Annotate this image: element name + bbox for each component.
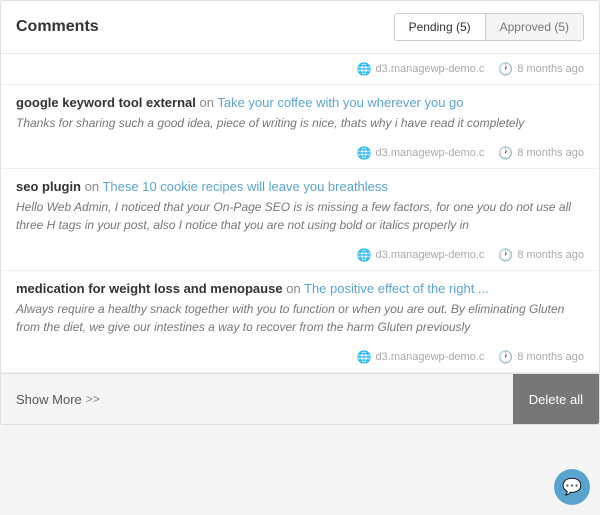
comment-domain: d3.managewp-demo.c <box>376 249 485 261</box>
comment-author: medication for weight loss and menopause <box>16 281 283 296</box>
top-comment-meta: 🌐 d3.managewp-demo.c 🕐 8 months ago <box>1 54 599 85</box>
clock-icon: 🕐 <box>498 248 513 262</box>
tab-pending[interactable]: Pending (5) <box>395 14 486 40</box>
comment-header-line: google keyword tool external on Take you… <box>16 95 584 110</box>
tab-group: Pending (5) Approved (5) <box>394 13 584 41</box>
comment-body: Thanks for sharing such a good idea, pie… <box>16 114 584 132</box>
comment-item: google keyword tool external on Take you… <box>1 85 599 169</box>
show-more-arrows-icon: >> <box>86 392 100 406</box>
comment-meta: 🌐 d3.managewp-demo.c 🕐 8 months ago <box>16 140 584 168</box>
globe-icon: 🌐 <box>357 248 372 262</box>
comment-time: 8 months ago <box>517 351 584 363</box>
top-time: 8 months ago <box>517 63 584 75</box>
comment-header-line: seo plugin on These 10 cookie recipes wi… <box>16 179 584 194</box>
comment-body: Hello Web Admin, I noticed that your On-… <box>16 198 584 234</box>
tab-approved[interactable]: Approved (5) <box>486 14 583 40</box>
comment-header-line: medication for weight loss and menopause… <box>16 281 584 296</box>
comment-item: seo plugin on These 10 cookie recipes wi… <box>1 169 599 271</box>
time-item: 🕐 8 months ago <box>498 350 584 364</box>
comment-meta: 🌐 d3.managewp-demo.c 🕐 8 months ago <box>16 242 584 270</box>
comment-link[interactable]: The positive effect of the right ... <box>304 281 489 296</box>
globe-icon: 🌐 <box>357 146 372 160</box>
globe-icon: 🌐 <box>357 350 372 364</box>
domain-item: 🌐 d3.managewp-demo.c <box>357 146 485 160</box>
widget-header: Comments Pending (5) Approved (5) <box>1 1 599 54</box>
clock-icon: 🕐 <box>498 146 513 160</box>
comment-time: 8 months ago <box>517 249 584 261</box>
comment-link[interactable]: These 10 cookie recipes will leave you b… <box>102 179 387 194</box>
clock-icon: 🕐 <box>498 350 513 364</box>
widget-footer: Show More >> Delete all <box>1 373 599 424</box>
top-domain: d3.managewp-demo.c <box>376 63 485 75</box>
comment-author: seo plugin <box>16 179 81 194</box>
comment-domain: d3.managewp-demo.c <box>376 351 485 363</box>
show-more-button[interactable]: Show More >> <box>1 377 115 422</box>
comment-body: Always require a healthy snack together … <box>16 300 584 336</box>
delete-all-button[interactable]: Delete all <box>513 374 599 424</box>
time-item: 🕐 8 months ago <box>498 146 584 160</box>
comment-link[interactable]: Take your coffee with you wherever you g… <box>217 95 463 110</box>
top-domain-item: 🌐 d3.managewp-demo.c <box>357 62 485 76</box>
top-time-item: 🕐 8 months ago <box>498 62 584 76</box>
comment-item: medication for weight loss and menopause… <box>1 271 599 373</box>
globe-icon: 🌐 <box>357 62 372 76</box>
comment-time: 8 months ago <box>517 147 584 159</box>
widget-title: Comments <box>16 18 99 36</box>
comments-list: google keyword tool external on Take you… <box>1 85 599 373</box>
comment-domain: d3.managewp-demo.c <box>376 147 485 159</box>
comment-on-text: on <box>85 179 103 194</box>
comment-on-text: on <box>200 95 218 110</box>
clock-icon-top: 🕐 <box>498 62 513 76</box>
comment-author: google keyword tool external <box>16 95 196 110</box>
domain-item: 🌐 d3.managewp-demo.c <box>357 350 485 364</box>
comment-on-text: on <box>286 281 304 296</box>
chat-icon[interactable]: 💬 <box>554 469 590 505</box>
show-more-label: Show More <box>16 392 82 407</box>
domain-item: 🌐 d3.managewp-demo.c <box>357 248 485 262</box>
comments-widget: Comments Pending (5) Approved (5) 🌐 d3.m… <box>0 0 600 425</box>
comment-meta: 🌐 d3.managewp-demo.c 🕐 8 months ago <box>16 344 584 372</box>
time-item: 🕐 8 months ago <box>498 248 584 262</box>
